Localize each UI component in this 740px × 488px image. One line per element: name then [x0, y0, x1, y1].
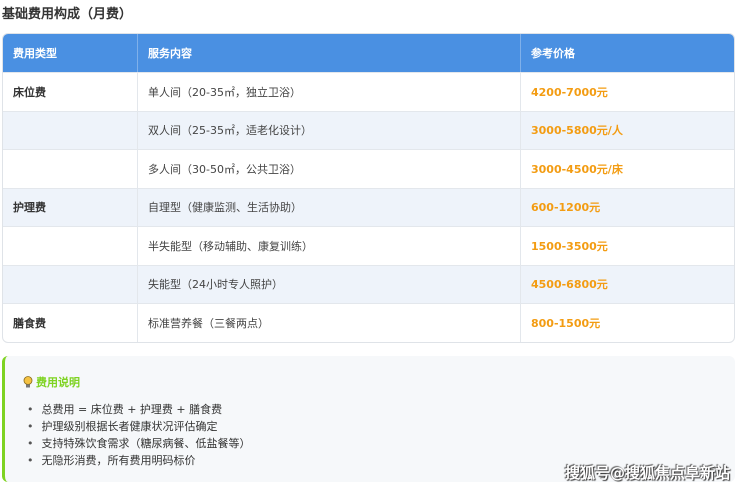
- price-cell: 600-1200元: [531, 201, 601, 215]
- table-row: 床位费 单人间（20-35㎡，独立卫浴） 4200-7000元: [3, 72, 734, 111]
- table-row: 双人间（25-35㎡，适老化设计） 3000-5800元/人: [3, 110, 734, 149]
- list-item: 总费用 = 床位费 + 护理费 + 膳食费: [27, 401, 251, 418]
- price-cell: 4200-7000元: [531, 85, 608, 99]
- page-title: 基础费用构成（月费）: [2, 7, 133, 22]
- fee-type-cell: [3, 111, 138, 149]
- fee-table: 费用类型 服务内容 参考价格 床位费 单人间（20-35㎡，独立卫浴） 4200-7…: [2, 33, 735, 343]
- fee-type-cell: 膳食费: [3, 304, 138, 342]
- note-list: 总费用 = 床位费 + 护理费 + 膳食费 护理级别根据长者健康状况评估确定 支…: [27, 401, 251, 469]
- service-cell: 单人间（20-35㎡，独立卫浴）: [138, 73, 521, 111]
- price-cell: 800-1500元: [531, 316, 601, 330]
- service-cell: 多人间（30-50㎡，公共卫浴）: [138, 150, 521, 188]
- table-header: 费用类型 服务内容 参考价格: [3, 34, 734, 72]
- list-item: 支持特殊饮食需求（糖尿病餐、低盐餐等）: [27, 435, 251, 452]
- service-cell: 半失能型（移动辅助、康复训练）: [138, 227, 521, 265]
- table-row: 护理费 自理型（健康监测、生活协助） 600-1200元: [3, 187, 734, 226]
- fee-type-cell: 护理费: [3, 188, 138, 226]
- table-row: 半失能型（移动辅助、康复训练） 1500-3500元: [3, 226, 734, 265]
- price-cell: 3000-5800元/人: [531, 124, 623, 138]
- note-title: 费用说明: [23, 374, 80, 390]
- price-cell: 1500-3500元: [531, 239, 608, 253]
- header-service: 服务内容: [138, 34, 521, 72]
- fee-type-cell: [3, 265, 138, 303]
- list-item: 无隐形消费，所有费用明码标价: [27, 452, 251, 469]
- service-cell: 自理型（健康监测、生活协助）: [138, 188, 521, 226]
- fee-type-cell: [3, 227, 138, 265]
- header-price: 参考价格: [531, 47, 575, 60]
- fee-type-cell: [3, 150, 138, 188]
- list-item: 护理级别根据长者健康状况评估确定: [27, 418, 251, 435]
- lightbulb-icon: [23, 375, 33, 387]
- watermark: 搜狐号@搜狐焦点阜新站: [564, 464, 730, 482]
- table-row: 失能型（24小时专人照护） 4500-6800元: [3, 264, 734, 303]
- service-cell: 标准营养餐（三餐两点）: [138, 304, 521, 342]
- table-row: 多人间（30-50㎡，公共卫浴） 3000-4500元/床: [3, 149, 734, 188]
- note-title-text: 费用说明: [36, 376, 80, 389]
- header-type: 费用类型: [3, 34, 138, 72]
- service-cell: 失能型（24小时专人照护）: [138, 265, 521, 303]
- price-cell: 3000-4500元/床: [531, 162, 623, 176]
- price-cell: 4500-6800元: [531, 278, 608, 292]
- service-cell: 双人间（25-35㎡，适老化设计）: [138, 111, 521, 149]
- table-row: 膳食费 标准营养餐（三餐两点） 800-1500元: [3, 303, 734, 342]
- fee-type-cell: 床位费: [3, 73, 138, 111]
